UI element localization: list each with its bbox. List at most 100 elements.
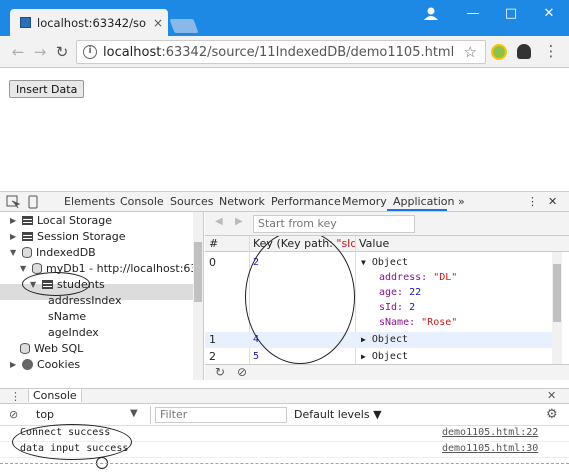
data-footer: ↻ ⊘ xyxy=(205,364,569,380)
drawer-tab-console[interactable]: Console xyxy=(28,389,82,402)
annotation-ellipse xyxy=(22,272,90,296)
database-icon xyxy=(22,246,32,258)
close-devtools-icon[interactable]: ✕ xyxy=(548,195,557,208)
browser-toolbar: ← → ↻ i localhost:63342/source/11Indexed… xyxy=(0,36,569,68)
collapse-icon: ▼ xyxy=(361,258,366,267)
storage-grid-icon xyxy=(22,215,33,225)
tab-sources[interactable]: Sources xyxy=(170,195,214,208)
evernote-extension-icon[interactable] xyxy=(517,44,531,59)
annotation-ellipse xyxy=(12,424,132,460)
console-source-link[interactable]: demo1105.html:22 xyxy=(442,427,538,438)
expand-icon[interactable]: ▶ xyxy=(10,232,18,241)
console-settings-gear-icon[interactable]: ⚙ xyxy=(546,407,558,422)
reload-icon[interactable]: ↻ xyxy=(52,42,72,62)
row-2-value[interactable]: ▶ Object xyxy=(361,350,408,364)
expand-icon[interactable]: ▶ xyxy=(10,216,18,225)
sidebar-item-session-storage[interactable]: ▶ Session Storage xyxy=(10,228,126,244)
tab-application[interactable]: Application xyxy=(393,195,454,208)
close-window-icon[interactable]: ✕ xyxy=(534,5,564,23)
application-sidebar: ▶ Local Storage ▶ Session Storage ▼ Inde… xyxy=(0,212,204,380)
database-icon xyxy=(32,262,42,274)
inspect-element-icon[interactable] xyxy=(6,195,20,209)
tab-elements[interactable]: Elements xyxy=(64,195,115,208)
refresh-icon[interactable]: ↻ xyxy=(215,365,225,379)
clear-icon[interactable]: ⊘ xyxy=(237,365,247,379)
sidebar-item-local-storage[interactable]: ▶ Local Storage xyxy=(10,212,112,228)
console-toolbar: ⊘ top ▼ Filter Default levels ▼ ⚙ xyxy=(0,404,569,426)
toolbar-divider xyxy=(150,406,151,424)
sidebar-item-sname[interactable]: sName xyxy=(48,308,86,324)
context-dropdown-icon[interactable]: ▼ xyxy=(130,408,138,419)
column-header-value: Value xyxy=(355,236,569,252)
start-key-input[interactable]: Start from key xyxy=(253,215,415,233)
extension-icon[interactable] xyxy=(491,44,507,60)
url-text: localhost:63342/source/11IndexedDB/demo1… xyxy=(103,44,455,60)
active-tab-indicator xyxy=(387,209,447,211)
back-icon[interactable]: ← xyxy=(8,42,28,62)
close-drawer-icon[interactable]: ✕ xyxy=(547,389,556,402)
minimize-icon[interactable]: — xyxy=(458,5,488,23)
page-favicon-icon xyxy=(20,17,31,28)
indexeddb-data-view: ◀ ▶ Start from key # Key (Key path: "sId… xyxy=(205,212,569,380)
log-levels-dropdown[interactable]: Default levels ▼ xyxy=(294,408,382,421)
maximize-icon[interactable]: □ xyxy=(496,5,526,23)
forward-icon[interactable]: → xyxy=(30,42,50,62)
console-source-link[interactable]: demo1105.html:30 xyxy=(442,443,538,454)
row-1-index: 1 xyxy=(209,333,216,346)
object-prop-address: address: "DL" xyxy=(379,272,458,283)
database-icon xyxy=(20,342,30,354)
collapse-icon[interactable]: ▼ xyxy=(10,248,18,257)
next-page-icon[interactable]: ▶ xyxy=(235,216,243,227)
title-bar: localhost:63342/source × — □ ✕ xyxy=(0,0,569,36)
expand-icon[interactable]: ▶ xyxy=(10,360,18,369)
sidebar-item-ageindex[interactable]: ageIndex xyxy=(48,324,99,340)
table-scrollbar[interactable] xyxy=(552,252,562,364)
insert-data-button[interactable]: Insert Data xyxy=(9,80,85,98)
row-2-index: 2 xyxy=(209,350,216,363)
row-0-value[interactable]: ▼ Object xyxy=(361,256,408,270)
tab-memory[interactable]: Memory xyxy=(342,195,387,208)
table-scroll-thumb[interactable] xyxy=(553,264,561,322)
console-filter-input[interactable]: Filter xyxy=(155,407,287,423)
devtools-menu-icon[interactable]: ⋮ xyxy=(527,195,538,208)
row-0-index: 0 xyxy=(209,256,216,269)
data-toolbar: ◀ ▶ Start from key xyxy=(205,212,569,236)
device-toolbar-icon[interactable] xyxy=(26,195,40,209)
address-bar[interactable]: i localhost:63342/source/11IndexedDB/dem… xyxy=(76,40,486,64)
devtools-tab-bar: Elements Console Sources Network Perform… xyxy=(0,192,569,212)
tab-title: localhost:63342/source xyxy=(37,15,147,30)
storage-grid-icon xyxy=(22,231,33,241)
data-table: # Key (Key path: "sId") Value 0 2 ▼ Obje… xyxy=(205,236,569,364)
column-header-index: # xyxy=(205,236,249,252)
browser-menu-icon[interactable]: ⋮ xyxy=(543,42,559,60)
profile-icon[interactable] xyxy=(422,4,440,22)
more-tabs-icon[interactable]: » xyxy=(458,195,465,208)
sidebar-item-indexeddb[interactable]: ▼ IndexedDB xyxy=(10,244,96,260)
sidebar-scroll-thumb[interactable] xyxy=(194,242,202,302)
prev-page-icon[interactable]: ◀ xyxy=(215,216,223,227)
drawer-tab-bar: ⋮ Console ✕ xyxy=(0,388,569,404)
row-2-key: 5 xyxy=(253,351,260,362)
tab-performance[interactable]: Performance xyxy=(271,195,341,208)
object-prop-sid: sId: 2 xyxy=(379,302,416,313)
sidebar-scrollbar[interactable] xyxy=(193,212,203,380)
sidebar-item-web-sql[interactable]: Web SQL xyxy=(20,340,83,356)
site-info-icon[interactable]: i xyxy=(83,45,97,59)
row-1-value[interactable]: ▶ Object xyxy=(361,333,408,347)
tab-network[interactable]: Network xyxy=(219,195,265,208)
expand-icon: ▶ xyxy=(361,352,366,361)
sidebar-item-cookies[interactable]: ▶ Cookies xyxy=(10,356,80,372)
context-selector[interactable]: top xyxy=(36,408,54,421)
object-prop-age: age: 22 xyxy=(379,287,422,298)
cookie-icon xyxy=(22,358,33,370)
browser-tab[interactable]: localhost:63342/source × xyxy=(10,9,168,36)
drawer-menu-icon[interactable]: ⋮ xyxy=(10,390,21,403)
bookmark-star-icon[interactable]: ☆ xyxy=(464,43,477,61)
console-prompt-line[interactable] xyxy=(0,463,569,464)
collapse-icon[interactable]: ▼ xyxy=(20,264,28,273)
tab-close-icon[interactable]: × xyxy=(153,16,163,30)
new-tab-button[interactable] xyxy=(169,19,199,33)
annotation-ellipse xyxy=(245,236,355,364)
clear-console-icon[interactable]: ⊘ xyxy=(9,408,18,421)
tab-console[interactable]: Console xyxy=(120,195,164,208)
